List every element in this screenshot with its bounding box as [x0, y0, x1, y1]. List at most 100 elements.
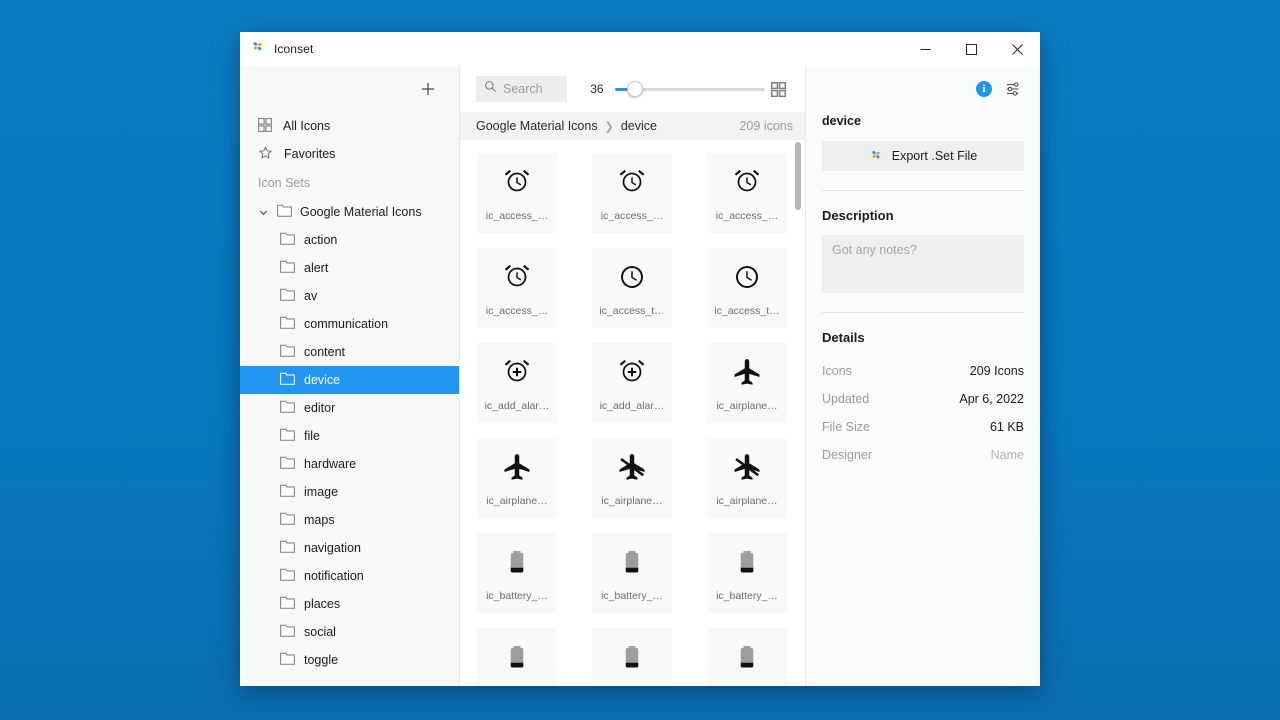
- minimize-button[interactable]: [902, 32, 948, 66]
- close-button[interactable]: [994, 32, 1040, 66]
- icon-tile[interactable]: [707, 628, 787, 686]
- sidebar-item-favorites[interactable]: Favorites: [240, 140, 459, 168]
- search-input[interactable]: Search: [476, 76, 568, 102]
- folder-icon: [280, 316, 295, 332]
- icon-tile[interactable]: ic_airplane…: [592, 438, 672, 518]
- icon-tile[interactable]: ic_access_…: [477, 248, 557, 328]
- sidebar: All Icons Favorites Icon Sets Google Mat…: [240, 66, 460, 686]
- sidebar-item-label: maps: [304, 513, 335, 527]
- window-body: All Icons Favorites Icon Sets Google Mat…: [240, 66, 1040, 686]
- icon-tile-caption: ic_add_alar…: [599, 400, 665, 412]
- sidebar-item-label: action: [304, 233, 338, 247]
- folder-icon: [280, 512, 295, 528]
- airplane-icon: [707, 343, 787, 400]
- folder-icon: [280, 428, 295, 444]
- sidebar-item-label: notification: [304, 569, 364, 583]
- icon-browser: Search 36 Google Material Icons ❯ device…: [460, 66, 806, 686]
- sidebar-item-action[interactable]: action: [240, 226, 459, 254]
- icon-size-slider[interactable]: [614, 80, 766, 98]
- icon-tile[interactable]: ic_battery_…: [592, 533, 672, 613]
- sidebar-item-communication[interactable]: communication: [240, 310, 459, 338]
- export-set-file-label: Export .Set File: [891, 149, 978, 163]
- icon-tile-caption: ic_airplane…: [486, 495, 548, 507]
- icon-tile[interactable]: ic_access_…: [707, 153, 787, 233]
- scrollbar-thumb[interactable]: [795, 142, 801, 210]
- sidebar-item-maps[interactable]: maps: [240, 506, 459, 534]
- icon-tile[interactable]: ic_add_alar…: [592, 343, 672, 423]
- chevron-down-icon[interactable]: [258, 208, 269, 217]
- detail-panel-content: device Export .Set File Description Got …: [806, 112, 1040, 469]
- folder-icon: [280, 232, 295, 248]
- sidebar-item-av[interactable]: av: [240, 282, 459, 310]
- icon-tile-caption: ic_add_alar…: [484, 400, 550, 412]
- icon-tile[interactable]: ic_airplane…: [707, 343, 787, 423]
- sidebar-item-places[interactable]: places: [240, 590, 459, 618]
- sidebar-item-file[interactable]: file: [240, 422, 459, 450]
- icon-tile[interactable]: ic_airplane…: [707, 438, 787, 518]
- add-alarm-icon: [477, 343, 557, 400]
- icon-tile[interactable]: ic_access_…: [592, 153, 672, 233]
- sidebar-toolbar: [240, 66, 459, 112]
- breadcrumb-root[interactable]: Google Material Icons: [476, 119, 598, 133]
- search-icon: [484, 80, 497, 98]
- slider-thumb[interactable]: [626, 81, 643, 97]
- sidebar-item-hardware[interactable]: hardware: [240, 450, 459, 478]
- sidebar-item-label: device: [304, 373, 341, 387]
- sidebar-item-label: alert: [304, 261, 329, 275]
- sidebar-item-editor[interactable]: editor: [240, 394, 459, 422]
- icon-tile[interactable]: ic_access_t…: [592, 248, 672, 328]
- notes-placeholder: Got any notes?: [832, 243, 917, 257]
- alarm-icon: [707, 153, 787, 210]
- detail-row-designer: Designer Name: [822, 441, 1024, 469]
- icon-tile[interactable]: ic_battery_…: [707, 533, 787, 613]
- sidebar-item-label: editor: [304, 401, 336, 415]
- star-icon: [258, 145, 273, 163]
- add-icon-set-button[interactable]: [415, 76, 441, 102]
- breadcrumb-current: device: [620, 119, 657, 133]
- icon-tile[interactable]: ic_access_t…: [707, 248, 787, 328]
- maximize-button[interactable]: [948, 32, 994, 66]
- icon-tile[interactable]: ic_battery_…: [477, 533, 557, 613]
- airplane-off-icon: [707, 438, 787, 495]
- sidebar-item-navigation[interactable]: navigation: [240, 534, 459, 562]
- sidebar-section-label: Icon Sets: [258, 176, 311, 190]
- details-heading: Details: [822, 330, 865, 345]
- icon-tile[interactable]: ic_airplane…: [477, 438, 557, 518]
- folder-icon: [280, 344, 295, 360]
- search-placeholder: Search: [503, 82, 543, 96]
- sidebar-item-toggle[interactable]: toggle: [240, 646, 459, 674]
- sidebar-item-notification[interactable]: notification: [240, 562, 459, 590]
- info-icon[interactable]: i: [976, 81, 992, 97]
- grid-view-icon[interactable]: [765, 76, 791, 102]
- folder-icon: [280, 624, 295, 640]
- sidebar-item-label: toggle: [304, 653, 339, 667]
- alarm-icon: [477, 248, 557, 305]
- sidebar-item-image[interactable]: image: [240, 478, 459, 506]
- sidebar-tree-root-label: Google Material Icons: [300, 205, 422, 219]
- notes-textarea[interactable]: Got any notes?: [822, 235, 1024, 293]
- detail-divider-1: [822, 190, 1024, 191]
- sidebar-tree-root-google-material-icons[interactable]: Google Material Icons: [240, 198, 459, 226]
- detail-panel-toolbar: i: [806, 66, 1040, 112]
- detail-row-key: File Size: [822, 420, 870, 434]
- detail-row-value: 61 KB: [989, 420, 1024, 434]
- sidebar-item-alert[interactable]: alert: [240, 254, 459, 282]
- add-alarm-icon: [592, 343, 672, 400]
- sidebar-item-device[interactable]: device: [240, 366, 459, 394]
- detail-set-name: device: [822, 114, 861, 128]
- sidebar-item-social[interactable]: social: [240, 618, 459, 646]
- detail-row-icons: Icons 209 Icons: [822, 357, 1024, 385]
- icon-tile[interactable]: [592, 628, 672, 686]
- icon-tile[interactable]: ic_access_…: [477, 153, 557, 233]
- icon-tile-caption: ic_battery_…: [486, 590, 548, 602]
- grid-icon: [257, 117, 273, 135]
- title-bar: Iconset: [240, 32, 1040, 66]
- sidebar-item-content[interactable]: content: [240, 338, 459, 366]
- sliders-icon[interactable]: [1004, 79, 1024, 99]
- sidebar-item-all-icons[interactable]: All Icons: [240, 112, 459, 140]
- icon-grid-scrollbar[interactable]: [795, 140, 801, 686]
- sidebar-item-label: navigation: [304, 541, 361, 555]
- export-set-file-button[interactable]: Export .Set File: [822, 141, 1024, 171]
- icon-tile[interactable]: [477, 628, 557, 686]
- icon-tile[interactable]: ic_add_alar…: [477, 343, 557, 423]
